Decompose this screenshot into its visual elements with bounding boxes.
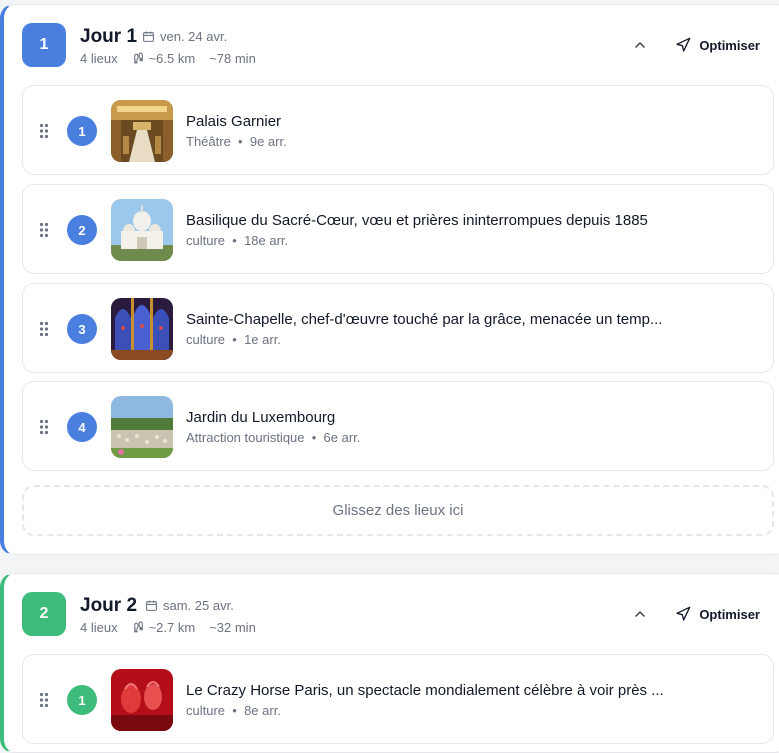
chevron-up-icon xyxy=(635,611,645,617)
day-card-2: 2 Jour 2 sam. 25 avr. 4 lieux ~2.7 km ~3… xyxy=(0,573,779,753)
place-order-badge: 1 xyxy=(67,685,97,715)
place-district: 6e arr. xyxy=(323,430,361,445)
distance-stat: ~6.5 km xyxy=(132,51,196,66)
duration-text: ~78 min xyxy=(209,51,256,66)
place-meta: Théâtre • 9e arr. xyxy=(186,134,287,149)
chevron-up-icon xyxy=(635,42,645,48)
drag-handle-icon[interactable] xyxy=(39,419,49,435)
distance-text: ~2.7 km xyxy=(148,620,196,635)
place-name: Basilique du Sacré-Cœur, vœu et prières … xyxy=(186,212,648,229)
sainte-chapelle-photo xyxy=(111,298,173,360)
palais-garnier-photo xyxy=(111,100,173,162)
day-date: sam. 25 avr. xyxy=(145,598,234,613)
place-thumbnail xyxy=(111,298,173,360)
footprints-icon xyxy=(133,621,143,633)
footprints-icon xyxy=(133,52,143,64)
place-thumbnail xyxy=(111,396,173,458)
drag-handle-icon[interactable] xyxy=(39,321,49,337)
dropzone[interactable]: Glissez des lieux ici xyxy=(22,485,774,536)
calendar-icon xyxy=(143,31,154,42)
day-title: Jour 2 xyxy=(80,595,138,616)
day-header: 2 Jour 2 sam. 25 avr. 4 lieux ~2.7 km ~3… xyxy=(4,574,778,654)
day-stats: 4 lieux ~2.7 km ~32 min xyxy=(80,620,270,635)
optimize-route-button[interactable]: Optimiser xyxy=(675,33,760,57)
place-category: culture xyxy=(186,332,226,347)
places-count: 4 lieux xyxy=(80,620,118,635)
day-title: Jour 1 xyxy=(80,26,138,47)
place-card[interactable]: 4 Jardin du Luxembourg Attraction touris… xyxy=(22,381,774,471)
place-category: culture xyxy=(186,233,226,248)
calendar-icon xyxy=(146,600,157,611)
separator-dot: • xyxy=(228,233,241,248)
place-category: Théâtre xyxy=(186,134,231,149)
place-order-badge: 3 xyxy=(67,314,97,344)
place-card[interactable]: 2 Basilique du Sacré-Cœur, vœu et prière… xyxy=(22,184,774,274)
sacre-coeur-photo xyxy=(111,199,173,261)
place-meta: culture • 1e arr. xyxy=(186,332,281,347)
place-category: culture xyxy=(186,703,226,718)
place-name: Palais Garnier xyxy=(186,113,282,130)
optimize-label: Optimiser xyxy=(699,37,760,53)
distance-stat: ~2.7 km xyxy=(132,620,196,635)
day-card-1: 1 Jour 1 ven. 24 avr. 4 lieux ~6.5 km ~7… xyxy=(0,4,779,555)
places-count: 4 lieux xyxy=(80,51,118,66)
place-name: Le Crazy Horse Paris, un spectacle mondi… xyxy=(186,682,664,699)
jardin-luxembourg-photo xyxy=(111,396,173,458)
place-card[interactable]: 1 Le Crazy Horse Paris, un spectacle mon… xyxy=(22,654,774,744)
place-order-badge: 1 xyxy=(67,116,97,146)
separator-dot: • xyxy=(234,134,247,149)
day-date: ven. 24 avr. xyxy=(142,29,227,44)
collapse-day-button[interactable] xyxy=(630,35,650,55)
day-number-badge: 2 xyxy=(22,592,66,636)
separator-dot: • xyxy=(228,703,241,718)
place-order-badge: 4 xyxy=(67,412,97,442)
optimize-label: Optimiser xyxy=(699,606,760,622)
day-number-badge: 1 xyxy=(22,23,66,67)
crazy-horse-photo xyxy=(111,669,173,731)
place-thumbnail xyxy=(111,100,173,162)
distance-text: ~6.5 km xyxy=(148,51,196,66)
day-stats: 4 lieux ~6.5 km ~78 min xyxy=(80,51,270,66)
optimize-route-button[interactable]: Optimiser xyxy=(675,602,760,626)
place-meta: culture • 8e arr. xyxy=(186,703,281,718)
drag-handle-icon[interactable] xyxy=(39,123,49,139)
duration-text: ~32 min xyxy=(209,620,256,635)
drag-handle-icon[interactable] xyxy=(39,222,49,238)
day-header: 1 Jour 1 ven. 24 avr. 4 lieux ~6.5 km ~7… xyxy=(4,5,778,85)
place-card[interactable]: 3 Sainte-Chapelle, chef-d'œuvre touché p… xyxy=(22,283,774,373)
day-date-text: sam. 25 avr. xyxy=(163,598,234,613)
place-name: Jardin du Luxembourg xyxy=(186,409,336,426)
navigation-icon xyxy=(676,606,691,621)
place-name: Sainte-Chapelle, chef-d'œuvre touché par… xyxy=(186,311,663,328)
place-district: 8e arr. xyxy=(244,703,281,718)
place-card[interactable]: 1 Palais Garnier Théâtre • 9e arr. xyxy=(22,85,774,175)
place-district: 1e arr. xyxy=(244,332,281,347)
navigation-icon xyxy=(676,37,691,52)
place-thumbnail xyxy=(111,669,173,731)
place-meta: culture • 18e arr. xyxy=(186,233,288,248)
place-district: 9e arr. xyxy=(249,134,287,149)
place-thumbnail xyxy=(111,199,173,261)
separator-dot: • xyxy=(228,332,241,347)
place-district: 18e arr. xyxy=(244,233,289,248)
collapse-day-button[interactable] xyxy=(630,604,650,624)
day-date-text: ven. 24 avr. xyxy=(160,29,228,44)
place-meta: Attraction touristique • 6e arr. xyxy=(186,430,360,445)
drag-handle-icon[interactable] xyxy=(39,692,49,708)
separator-dot: • xyxy=(308,430,320,445)
place-order-badge: 2 xyxy=(67,215,97,245)
place-category: Attraction touristique xyxy=(186,430,305,445)
